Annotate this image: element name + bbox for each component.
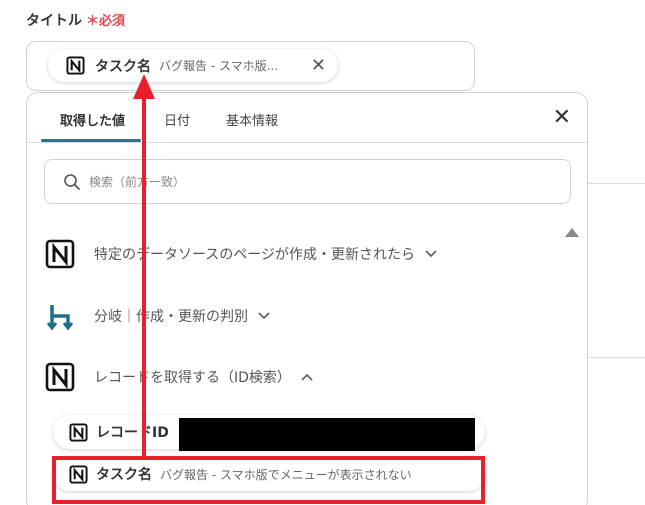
annotation-arrow — [133, 74, 155, 458]
